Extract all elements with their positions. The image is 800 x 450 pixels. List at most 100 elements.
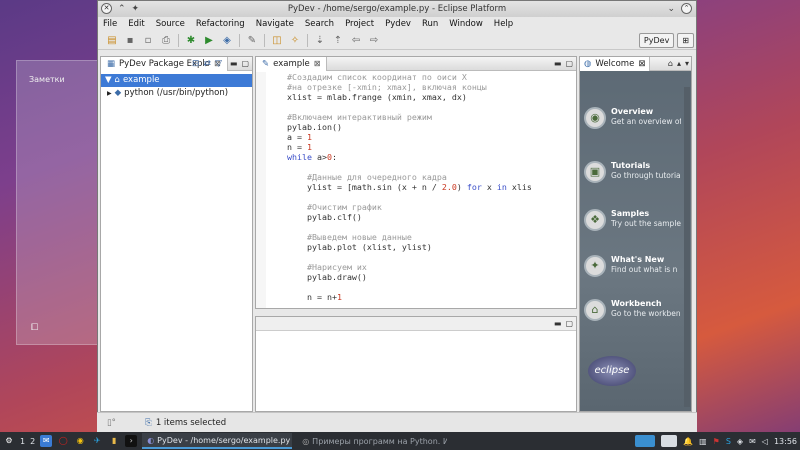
window-preview-icon[interactable] <box>635 435 656 447</box>
collapse-all-icon[interactable]: ⊟ <box>192 57 200 71</box>
volume-icon[interactable]: ◁ <box>762 437 768 446</box>
window-title: PyDev - /home/sergo/example.py - Eclipse… <box>287 4 507 14</box>
minimize-view-icon[interactable]: ▬ <box>230 57 238 71</box>
open-perspective-button[interactable]: ⊞ <box>677 33 694 48</box>
fast-view-icon[interactable]: ▯° <box>107 413 116 433</box>
mail-icon[interactable]: ✉ <box>40 435 53 447</box>
welcome-item-overview[interactable]: ◉ OverviewGet an overview of features <box>584 107 684 129</box>
flag-icon[interactable]: ⚑ <box>713 437 720 446</box>
samples-icon: ❖ <box>584 209 606 231</box>
whats-new-icon: ✦ <box>584 255 606 277</box>
maximize-icon[interactable]: ⌃ <box>681 3 692 14</box>
welcome-item-whats-new[interactable]: ✦ What's New Find out what is n <box>584 255 684 277</box>
maximize-view-icon[interactable]: ▢ <box>565 317 573 331</box>
chrome-icon[interactable]: ◉ <box>74 435 86 447</box>
search-icon[interactable]: ✧ <box>289 35 301 46</box>
code-line: pylab.draw() <box>287 272 367 282</box>
link-editor-icon[interactable]: ⇄ <box>204 57 212 71</box>
code-text-area[interactable]: #Создадим список координат по оиси X #на … <box>256 72 531 308</box>
task-browser[interactable]: ◎ Примеры программ на Python. Исхо <box>297 433 447 449</box>
welcome-item-tutorials[interactable]: ▣ Tutorials Go through tutorial <box>584 161 684 183</box>
expand-arrow-icon[interactable]: ▶ <box>107 87 112 100</box>
menu-pydev[interactable]: Pydev <box>385 17 411 31</box>
code-line: ylist = [math.sin (x + n / 2.0) for x in… <box>287 182 531 192</box>
desktop-notes-widget[interactable]: Заметки ⧠ <box>16 60 102 345</box>
mail-tray-icon[interactable]: ✉ <box>749 437 756 446</box>
run-icon[interactable]: ▶ <box>203 35 215 46</box>
menu-edit[interactable]: Edit <box>128 17 144 31</box>
code-line: #на отрезке [-xmin; xmax], включая концы <box>287 82 487 92</box>
window-preview-icon[interactable] <box>661 435 678 447</box>
debug-icon[interactable]: ✱ <box>185 35 197 46</box>
package-explorer-icon: ▦ <box>107 59 116 69</box>
menu-window[interactable]: Window <box>449 17 483 31</box>
desktop-2[interactable]: 2 <box>30 437 35 446</box>
close-icon[interactable]: ⊠ <box>314 57 321 71</box>
trash-icon[interactable]: ▥ <box>699 437 707 446</box>
save-icon[interactable]: ▪ <box>124 35 136 46</box>
welcome-icon: ◍ <box>584 59 592 69</box>
tutorials-icon: ▣ <box>584 161 606 183</box>
welcome-item-samples[interactable]: ❖ Samples Try out the sample <box>584 209 684 231</box>
close-icon[interactable]: ⊠ <box>638 57 645 71</box>
open-type-icon[interactable]: ◫ <box>271 35 283 46</box>
menu-refactoring[interactable]: Refactoring <box>196 17 245 31</box>
files-icon[interactable]: ▮ <box>108 435 120 447</box>
telegram-icon[interactable]: ✈ <box>91 435 103 447</box>
view-menu-icon[interactable]: ▽ <box>215 57 222 71</box>
welcome-item-workbench[interactable]: ⌂ Workbench Go to the workben <box>584 299 684 321</box>
home-icon[interactable]: ⌂ <box>668 57 673 71</box>
item-subtitle: Go through tutorial <box>611 171 681 180</box>
skype-icon[interactable]: S <box>726 437 731 446</box>
tree-item-python[interactable]: ▶ ◆ python (/usr/bin/python) <box>101 87 252 100</box>
maximize-view-icon[interactable]: ▢ <box>241 57 249 71</box>
menu-search[interactable]: Search <box>305 17 334 31</box>
network-icon[interactable]: ◈ <box>737 437 743 446</box>
external-tools-icon[interactable]: ◈ <box>221 35 233 46</box>
notification-icon[interactable]: 🔔 <box>683 437 693 446</box>
prev-annotation-icon[interactable]: ⇡ <box>332 35 344 46</box>
code-line: a = 1 <box>287 132 312 142</box>
terminal-icon[interactable]: › <box>125 435 138 447</box>
clock[interactable]: 13:56 <box>774 437 797 446</box>
menu-project[interactable]: Project <box>345 17 374 31</box>
menu-navigate[interactable]: Navigate <box>256 17 294 31</box>
code-line: #Данные для очередного кадра <box>287 172 447 182</box>
task-eclipse[interactable]: ◐ PyDev - /home/sergo/example.py - Ec <box>142 433 293 449</box>
tab-welcome[interactable]: ◍ Welcome ⊠ <box>580 57 651 71</box>
maximize-view-icon[interactable]: ▢ <box>565 57 573 71</box>
perspective-pydev-button[interactable]: PyDev <box>638 33 675 48</box>
item-title: Samples <box>611 209 650 218</box>
notes-resize-icon[interactable]: ⧠ <box>31 323 38 333</box>
minimize-view-icon[interactable]: ▬ <box>554 57 562 71</box>
back-icon[interactable]: ⇦ <box>350 35 362 46</box>
print-icon[interactable]: ⎙ <box>160 35 172 46</box>
menu-file[interactable]: File <box>103 17 117 31</box>
pin-icon[interactable]: ✦ <box>132 3 140 15</box>
menu-source[interactable]: Source <box>156 17 185 31</box>
tree-item-example[interactable]: ▼ ⌂ example <box>101 74 252 87</box>
welcome-body: ◉ OverviewGet an overview of features ▣ … <box>580 71 691 411</box>
toggle-mark-icon[interactable]: ✎ <box>246 35 258 46</box>
minimize-view-icon[interactable]: ▬ <box>554 317 562 331</box>
desktop-1[interactable]: 1 <box>20 437 25 446</box>
minimize-icon[interactable]: ⌄ <box>667 3 675 15</box>
tab-example[interactable]: ✎ example ⊠ <box>256 57 328 71</box>
app-launcher-icon[interactable]: ⚙ <box>3 435 15 447</box>
close-icon[interactable]: ✕ <box>101 3 112 14</box>
opera-icon[interactable]: ◯ <box>57 435 69 447</box>
zoom-out-icon[interactable]: ▾ <box>685 57 689 71</box>
window-titlebar[interactable]: ✕ ⌃ ✦ PyDev - /home/sergo/example.py - E… <box>98 1 696 17</box>
new-icon[interactable]: ▤ <box>106 35 118 46</box>
menu-help[interactable]: Help <box>494 17 513 31</box>
welcome-scrollbar[interactable] <box>684 87 690 407</box>
zoom-in-icon[interactable]: ▴ <box>677 57 681 71</box>
collapse-arrow-icon[interactable]: ▼ <box>105 74 112 87</box>
next-annotation-icon[interactable]: ⇣ <box>314 35 326 46</box>
keep-above-icon[interactable]: ⌃ <box>118 3 126 15</box>
tab-label: example <box>273 59 310 69</box>
save-all-icon[interactable]: ▫ <box>142 35 154 46</box>
menu-run[interactable]: Run <box>422 17 438 31</box>
forward-icon[interactable]: ⇨ <box>368 35 380 46</box>
